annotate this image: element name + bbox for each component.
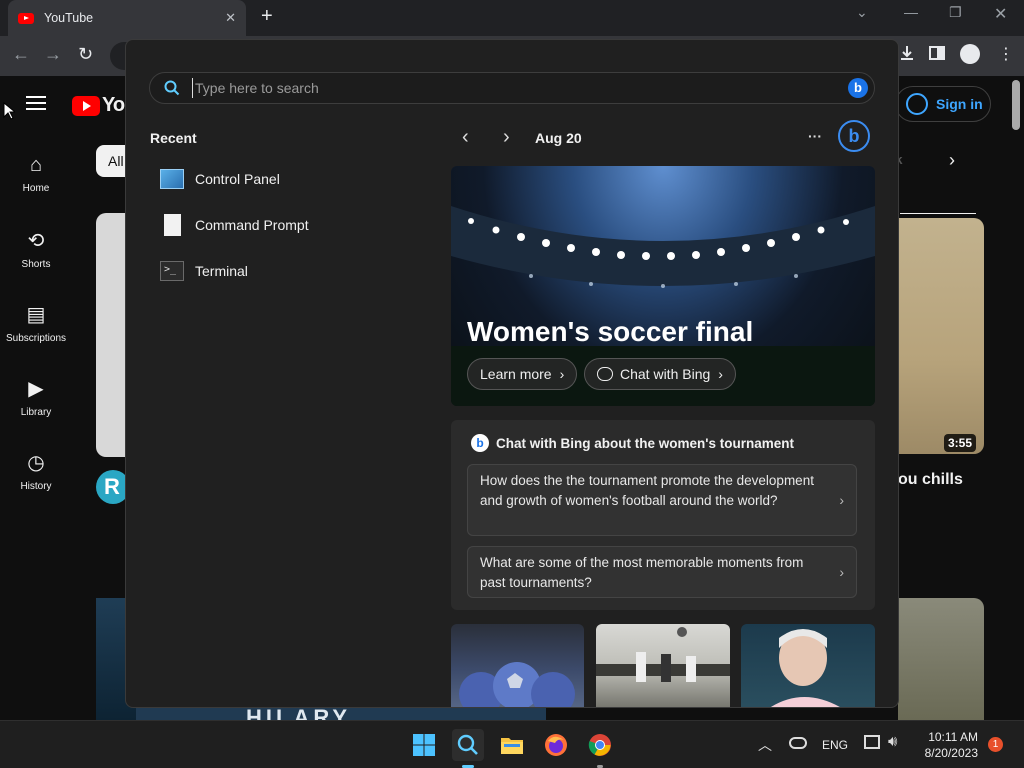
hamburger-menu-icon[interactable] (26, 96, 46, 110)
search-flyout: b Recent Control Panel Command Prompt >_… (125, 39, 899, 708)
clock-date: 8/20/2023 (924, 746, 978, 760)
tab-close-icon[interactable]: ✕ (225, 10, 236, 26)
volume-icon[interactable]: 🔊︎ (888, 733, 897, 750)
bottom-thumbnail-strip: HILARY (136, 707, 546, 720)
network-icon[interactable] (864, 735, 880, 749)
terminal-icon: >_ (160, 261, 184, 281)
home-icon: ⌂ (29, 154, 43, 176)
tab-title: YouTube (44, 11, 94, 25)
learn-more-button[interactable]: Learn more › (467, 358, 578, 390)
vintage-match-image (596, 627, 730, 682)
library-icon: ▶ (28, 378, 44, 400)
bing-logo-icon[interactable]: b (838, 120, 870, 152)
minimize-icon[interactable]: — (904, 4, 918, 20)
chips-underline (900, 213, 976, 214)
chevron-right-icon: › (559, 366, 565, 382)
start-button[interactable] (408, 729, 440, 761)
sidebar-item-shorts[interactable]: ⟲ Shorts (0, 228, 72, 270)
mouse-cursor-icon (3, 101, 17, 125)
bing-icon[interactable]: b (848, 78, 868, 98)
next-day-chevron-icon[interactable]: › (503, 126, 510, 149)
browser-tab-youtube[interactable]: YouTube ✕ (8, 0, 246, 36)
search-box[interactable]: b (149, 72, 875, 104)
shorts-icon: ⟲ (27, 230, 45, 252)
bing-question-1[interactable]: How does the the tournament promote the … (467, 464, 857, 536)
back-icon[interactable]: ← (12, 44, 30, 65)
recent-item-command-prompt[interactable]: Command Prompt (160, 211, 309, 239)
show-hidden-icons-chevron-icon[interactable]: ︿ (758, 735, 772, 755)
video-title-partial[interactable]: ou chills (898, 471, 963, 489)
onedrive-icon[interactable] (789, 737, 807, 749)
video-thumbnail-bottom-right[interactable] (898, 598, 984, 720)
side-panel-icon[interactable] (929, 46, 945, 60)
chips-next-chevron-icon[interactable]: › (949, 150, 955, 171)
window-close-icon[interactable]: ✕ (994, 4, 1007, 24)
sidebar-item-home[interactable]: ⌂ Home (0, 154, 72, 194)
chrome-button[interactable] (584, 729, 616, 761)
restore-icon[interactable]: ❐ (949, 4, 962, 21)
sidebar-item-history[interactable]: ◷ History (0, 450, 72, 492)
coach-portrait-image (771, 629, 840, 707)
bing-chat-card: b Chat with Bing about the women's tourn… (451, 420, 875, 610)
prev-day-chevron-icon[interactable]: ‹ (462, 126, 469, 149)
file-explorer-button[interactable] (496, 729, 528, 761)
sidebar-item-subscriptions[interactable]: ▤ Subscriptions (0, 302, 72, 344)
sidebar-item-library[interactable]: ▶ Library (0, 376, 72, 418)
folder-icon (501, 738, 523, 754)
file-icon (164, 214, 181, 236)
subscriptions-icon: ▤ (26, 304, 46, 326)
video-duration-badge: 3:55 (944, 434, 977, 452)
news-tile-soccer-balls[interactable] (451, 624, 584, 707)
recent-heading: Recent (150, 130, 197, 146)
sign-in-button[interactable]: Sign in (895, 86, 991, 122)
forward-icon[interactable]: → (44, 44, 62, 65)
firefox-icon (545, 734, 567, 756)
video-thumbnail-right[interactable] (898, 218, 984, 454)
search-input[interactable] (192, 78, 792, 98)
recent-item-terminal[interactable]: >_ Terminal (160, 257, 248, 285)
date-label: Aug 20 (535, 130, 582, 146)
youtube-logo-icon (72, 95, 100, 116)
news-tile-coach[interactable] (741, 624, 875, 707)
scrollbar-thumb[interactable] (1012, 80, 1020, 130)
reload-icon[interactable]: ↻ (78, 44, 93, 65)
tab-search-chevron-icon[interactable]: ⌄ (856, 4, 868, 21)
control-panel-icon (160, 169, 184, 189)
windows-logo-icon (413, 734, 435, 756)
youtube-favicon-icon (18, 12, 34, 24)
search-icon (164, 80, 180, 101)
bing-question-2[interactable]: What are some of the most memorable mome… (467, 546, 857, 598)
chrome-icon (588, 734, 611, 756)
notification-badge[interactable]: 1 (988, 737, 1003, 752)
recent-item-control-panel[interactable]: Control Panel (160, 165, 280, 193)
history-icon: ◷ (27, 452, 45, 474)
soccer-balls-image (459, 662, 575, 707)
clock[interactable]: 10:11 AM 8/20/2023 (918, 729, 978, 761)
account-icon (906, 93, 928, 115)
chevron-right-icon: › (839, 564, 844, 580)
hero-title: Women's soccer final (467, 316, 754, 347)
browser-menu-icon[interactable]: ⋮ (998, 44, 1014, 64)
chevron-right-icon: › (718, 366, 723, 382)
chat-with-bing-button[interactable]: Chat with Bing › (584, 358, 736, 390)
clock-time: 10:11 AM (928, 730, 978, 744)
new-tab-button[interactable]: + (261, 5, 273, 28)
news-tile-vintage-match[interactable] (596, 624, 730, 707)
language-indicator[interactable]: ENG (822, 738, 848, 752)
taskbar-search-button[interactable] (452, 729, 484, 761)
bing-card-header: b Chat with Bing about the women's tourn… (471, 434, 794, 452)
search-icon (457, 734, 478, 755)
download-icon[interactable] (898, 44, 916, 62)
profile-icon[interactable] (960, 44, 980, 64)
taskbar: ︿ ENG 🔊︎ 10:11 AM 8/20/2023 1 (0, 720, 1024, 768)
chat-bubble-icon (597, 367, 613, 381)
more-options-icon[interactable]: ··· (808, 128, 822, 144)
firefox-button[interactable] (540, 729, 572, 761)
hero-card[interactable]: Women's soccer final Learn more › Chat w… (451, 166, 875, 406)
bing-small-icon: b (471, 434, 489, 452)
chevron-right-icon: › (839, 492, 844, 508)
